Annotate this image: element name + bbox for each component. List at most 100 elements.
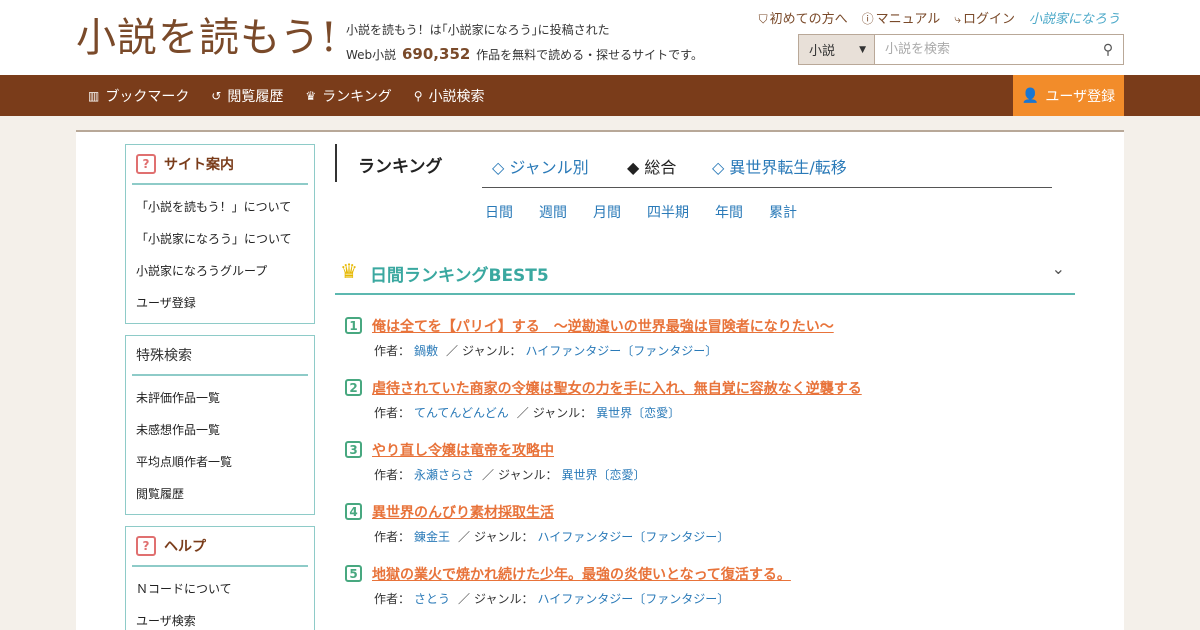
tabs-title: ランキング [358, 157, 443, 177]
genre-link[interactable]: 異世界〔恋愛〕 [561, 468, 645, 482]
novel-title-link[interactable]: 異世界のんびり素材採取生活 [372, 502, 554, 522]
nav-search[interactable]: ⚲ 小説検索 [414, 86, 485, 106]
list-item: 4 異世界のんびり素材採取生活 作者： 錬金王 ／ジャンル： ハイファンタジー〔ファン… [335, 500, 1075, 562]
sidebar-item[interactable]: 未感想作品一覧 [136, 414, 314, 446]
main-nav: ▥ ブックマーク ↺ 閲覧履歴 ♛ ランキング ⚲ 小説検索 👤 ユーザ登録 [0, 75, 1200, 116]
nav-items: ▥ ブックマーク ↺ 閲覧履歴 ♛ ランキング ⚲ 小説検索 [88, 75, 485, 116]
author-label: 作者： [374, 468, 411, 482]
search-input[interactable] [875, 35, 1093, 64]
tagline-prefix: Web小説 [346, 48, 397, 62]
ranking-tabs: ランキング ◇ ジャンル別 ◆ 総合 ◇ 異世界転生/転移 [335, 144, 1052, 188]
genre-link[interactable]: ハイファンタジー〔ファンタジー〕 [537, 530, 729, 544]
period-total[interactable]: 累計 [769, 202, 797, 222]
period-yearly[interactable]: 年間 [715, 202, 743, 222]
meta-separator: ／ [446, 344, 459, 358]
sidebar-item[interactable]: 閲覧履歴 [136, 478, 314, 510]
site-header: 小説を読もう! 小説を読もう！は｢小説家になろう｣に投稿された Web小説 69… [0, 0, 1200, 75]
question-icon: ? [136, 154, 156, 174]
link-first-time[interactable]: ⛉ 初めての方へ [759, 8, 848, 27]
tab-isekai[interactable]: ◇ 異世界転生/転移 [712, 154, 847, 178]
rank-number-badge: 5 [345, 565, 362, 582]
novel-meta: 作者： 錬金王 ／ジャンル： ハイファンタジー〔ファンタジー〕 [374, 528, 733, 545]
user-register-label: ユーザ登録 [1045, 88, 1116, 105]
content-area: ? サイト案内 「小説を読もう！」について 「小説家になろう」について 小説家にな… [76, 130, 1124, 630]
search-icon: ⚲ [413, 88, 423, 103]
author-link[interactable]: 錬金王 [414, 530, 450, 544]
genre-link[interactable]: ハイファンタジー〔ファンタジー〕 [525, 344, 717, 358]
rank-number-badge: 4 [345, 503, 362, 520]
novel-title-link[interactable]: 虐待されていた商家の令嬢は聖女の力を手に入れ、無自覚に容赦なく逆襲する [372, 378, 862, 398]
search-type-select[interactable]: 小説 ▼ [799, 35, 875, 64]
link-manual-label: マニュアル [875, 12, 941, 27]
nav-search-label: 小説検索 [428, 88, 485, 105]
tagline-suffix: 作品を無料で読める・探せるサイトです。 [476, 48, 703, 62]
search-button[interactable]: ⚲ [1093, 35, 1123, 64]
bookmark-icon: ▥ [88, 88, 100, 103]
genre-link[interactable]: ハイファンタジー〔ファンタジー〕 [537, 592, 729, 606]
link-manual[interactable]: ⓘ マニュアル [862, 8, 941, 27]
rank-number-badge: 1 [345, 317, 362, 334]
author-link[interactable]: さとう [414, 592, 450, 606]
nav-ranking[interactable]: ♛ ランキング [305, 86, 391, 106]
chevron-down-icon[interactable]: ⌄ [1052, 259, 1065, 278]
user-register-button[interactable]: 👤 ユーザ登録 [1013, 75, 1124, 116]
question-icon: ? [136, 536, 156, 556]
novel-title-link[interactable]: 地獄の業火で焼かれ続けた少年。最強の炎使いとなって復活する。 [372, 564, 791, 584]
sidebar-item[interactable]: 未評価作品一覧 [136, 382, 314, 414]
author-link[interactable]: 永瀬さらさ [414, 468, 474, 482]
genre-link[interactable]: 異世界〔恋愛〕 [596, 406, 680, 420]
genre-label: ジャンル： [462, 344, 522, 358]
user-icon: 👤 [1021, 87, 1040, 104]
novel-meta: 作者： 永瀬さらさ ／ジャンル： 異世界〔恋愛〕 [374, 466, 649, 483]
sidebar-item[interactable]: 「小説家になろう」について [136, 223, 314, 255]
rank-number-badge: 2 [345, 379, 362, 396]
sidebar-site-guide: ? サイト案内 「小説を読もう！」について 「小説家になろう」について 小説家にな… [125, 144, 315, 324]
sidebar-item[interactable]: 「小説を読もう！」について [136, 191, 314, 223]
nav-history[interactable]: ↺ 閲覧履歴 [211, 86, 283, 106]
tab-overall[interactable]: ◆ 総合 [627, 154, 676, 178]
author-link[interactable]: 鍋敷 [414, 344, 438, 358]
period-quarterly[interactable]: 四半期 [647, 202, 689, 222]
sidebar-item[interactable]: Ｎコードについて [136, 573, 314, 605]
list-item: 1 俺は全てを【パリイ】する 〜逆勘違いの世界最強は冒険者になりたい〜 作者：鍋… [335, 314, 1075, 376]
search-bar: 小説 ▼ ⚲ [798, 34, 1124, 65]
sidebar-site-guide-title: ? サイト案内 [132, 145, 308, 185]
sidebar-site-guide-heading: サイト案内 [164, 157, 234, 173]
top-links: ⛉ 初めての方へ ⓘ マニュアル ⤷ ログイン 小説家になろう [759, 8, 1120, 27]
sidebar-item[interactable]: 小説家になろうグループ [136, 255, 314, 287]
site-logo[interactable]: 小説を読もう! [76, 14, 338, 62]
novel-title-link[interactable]: やり直し令嬢は竜帝を攻略中 [372, 440, 554, 460]
sidebar-item[interactable]: 平均点順作者一覧 [136, 446, 314, 478]
period-weekly[interactable]: 週間 [539, 202, 567, 222]
genre-label: ジャンル： [498, 468, 558, 482]
genre-label: ジャンル： [474, 530, 534, 544]
list-item: 3 やり直し令嬢は竜帝を攻略中 作者： 永瀬さらさ ／ジャンル： 異世界〔恋愛〕 [335, 438, 1075, 500]
ranking-title: 日間ランキングBEST5 [370, 266, 549, 286]
meta-separator: ／ [458, 530, 471, 544]
search-icon: ⚲ [1102, 41, 1114, 58]
sidebar-help-heading: ヘルプ [164, 539, 206, 555]
novel-title-link[interactable]: 俺は全てを【パリイ】する 〜逆勘違いの世界最強は冒険者になりたい〜 [372, 316, 834, 336]
ranking-header[interactable]: ♛ 日間ランキングBEST5 ⌄ [335, 247, 1075, 295]
main-column: ランキング ◇ ジャンル別 ◆ 総合 ◇ 異世界転生/転移 日間 週間 月間 四… [335, 132, 1075, 630]
period-monthly[interactable]: 月間 [593, 202, 621, 222]
tabs-accent-bar [335, 144, 337, 182]
nav-bookmark[interactable]: ▥ ブックマーク [88, 86, 189, 106]
nav-bookmark-label: ブックマーク [105, 88, 190, 105]
narou-brand-logo[interactable]: 小説家になろう [1029, 8, 1120, 27]
tab-genre[interactable]: ◇ ジャンル別 [492, 154, 589, 178]
link-login[interactable]: ⤷ ログイン [954, 8, 1015, 27]
meta-separator: ／ [482, 468, 495, 482]
author-label: 作者： [374, 530, 411, 544]
sidebar-item[interactable]: ユーザ登録 [136, 287, 314, 319]
author-label: 作者： [374, 344, 411, 358]
rank-number-badge: 3 [345, 441, 362, 458]
ranking-list: 1 俺は全てを【パリイ】する 〜逆勘違いの世界最強は冒険者になりたい〜 作者：鍋… [335, 314, 1075, 624]
link-login-label: ログイン [962, 12, 1015, 27]
nav-ranking-label: ランキング [322, 88, 392, 105]
question-circle-icon: ⓘ [861, 12, 874, 26]
novel-meta: 作者： 鍋敷 ／ジャンル： ハイファンタジー〔ファンタジー〕 [374, 342, 721, 359]
sidebar-item[interactable]: ユーザ検索 [136, 605, 314, 630]
period-daily[interactable]: 日間 [485, 202, 513, 222]
author-link[interactable]: てんてんどんどん [414, 406, 509, 420]
